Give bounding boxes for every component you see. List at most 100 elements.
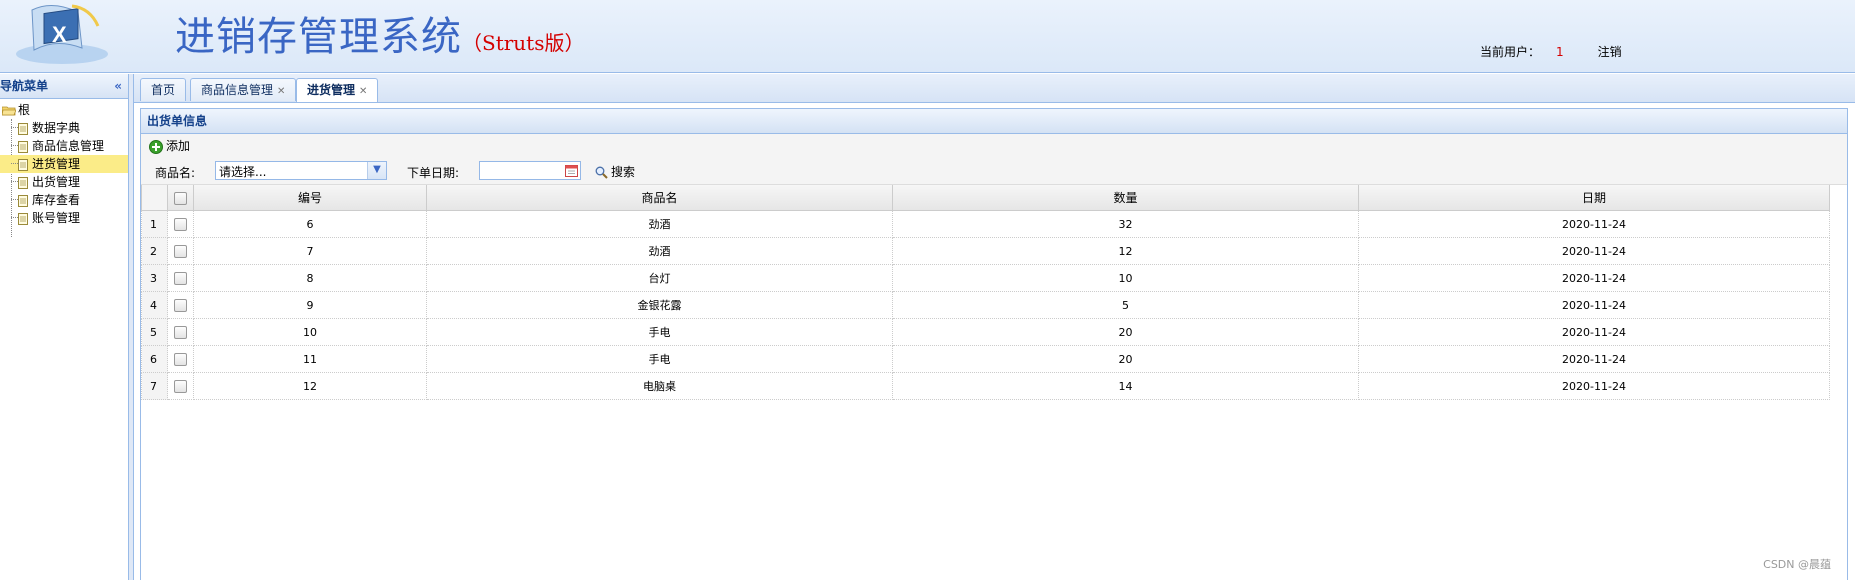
cell-name: 劲酒: [426, 237, 893, 265]
row-checkbox[interactable]: [174, 298, 187, 312]
row-number: 5: [141, 318, 168, 346]
sidebar-item-account[interactable]: 账号管理: [0, 209, 128, 227]
close-icon[interactable]: ✕: [359, 86, 367, 97]
tab-label: 首页: [151, 83, 176, 97]
cell-date: 2020-11-24: [1358, 291, 1830, 319]
table-row[interactable]: 1 6 劲酒 32 2020-11-24: [141, 210, 1830, 238]
search-icon: [595, 166, 608, 179]
product-select-value: 请选择...: [219, 165, 267, 179]
cell-name: 台灯: [426, 264, 893, 292]
cell-qty: 32: [892, 210, 1359, 238]
watermark: CSDN @晨蕴: [1763, 558, 1831, 571]
sidebar-item-label: 商品信息管理: [32, 139, 105, 153]
cell-date: 2020-11-24: [1358, 210, 1830, 238]
search-button-label: 搜索: [611, 165, 636, 179]
sidebar-item-purchase[interactable]: 进货管理: [0, 155, 128, 173]
document-icon: [18, 122, 28, 135]
select-all-checkbox[interactable]: [174, 191, 187, 205]
sidebar-item-shipment[interactable]: 出货管理: [0, 173, 128, 191]
row-number: 1: [141, 210, 168, 238]
cell-name: 金银花露: [426, 291, 893, 319]
row-checkbox[interactable]: [174, 352, 187, 366]
tab-home[interactable]: 首页: [140, 78, 187, 101]
add-button-label: 添加: [166, 139, 191, 153]
add-button[interactable]: 添加: [149, 139, 191, 154]
sidebar-item-label: 数据字典: [32, 121, 81, 135]
cell-id: 11: [193, 345, 427, 373]
row-checkbox[interactable]: [174, 271, 187, 285]
table-row[interactable]: 6 11 手电 20 2020-11-24: [141, 345, 1830, 373]
date-label: 下单日期:: [407, 166, 460, 180]
row-number: 4: [141, 291, 168, 319]
document-icon: [18, 158, 28, 171]
column-header-id[interactable]: 编号: [193, 185, 427, 211]
cell-qty: 12: [892, 237, 1359, 265]
row-checkbox[interactable]: [174, 325, 187, 339]
table-row[interactable]: 3 8 台灯 10 2020-11-24: [141, 264, 1830, 292]
column-header-qty[interactable]: 数量: [892, 185, 1359, 211]
product-label: 商品名:: [155, 166, 196, 180]
cell-qty: 5: [892, 291, 1359, 319]
sidebar-item-label: 账号管理: [32, 211, 81, 225]
collapse-icon[interactable]: «: [114, 74, 122, 98]
row-checkbox[interactable]: [174, 379, 187, 393]
tab-goods[interactable]: 商品信息管理 ✕: [190, 78, 297, 101]
tab-purchase[interactable]: 进货管理 ✕: [296, 78, 379, 102]
nav-title: 导航菜单: [0, 79, 49, 93]
panel-title: 出货单信息: [141, 109, 1847, 134]
row-select-cell: [167, 210, 194, 238]
row-number: 6: [141, 345, 168, 373]
document-icon: [18, 140, 28, 153]
sidebar-item-label: 出货管理: [32, 175, 81, 189]
sidebar-item-goods[interactable]: 商品信息管理: [0, 137, 128, 155]
nav-tree: 根 数据字典 商品信息管理 进货管理 出货管理 库存查看 账号管理: [0, 99, 128, 237]
main-panel: 出货单信息 添加 商品名: 请选择... ▼ 下单日期: 搜索 编号 商品名 数…: [140, 108, 1848, 580]
tabs-bar: 首页 商品信息管理 ✕ 进货管理 ✕: [134, 74, 1855, 103]
document-icon: [18, 212, 28, 225]
chevron-down-icon[interactable]: ▼: [367, 162, 386, 179]
cell-id: 7: [193, 237, 427, 265]
current-user-name: 1: [1556, 45, 1564, 59]
column-header-date[interactable]: 日期: [1358, 185, 1830, 211]
search-button[interactable]: 搜索: [595, 163, 635, 180]
row-select-cell: [167, 291, 194, 319]
table-header: 编号 商品名 数量 日期: [141, 185, 1830, 211]
cell-id: 10: [193, 318, 427, 346]
cell-name: 手电: [426, 345, 893, 373]
sidebar-item-data-dict[interactable]: 数据字典: [0, 119, 128, 137]
table-row[interactable]: 7 12 电脑桌 14 2020-11-24: [141, 372, 1830, 400]
table-row[interactable]: 2 7 劲酒 12 2020-11-24: [141, 237, 1830, 265]
tree-root[interactable]: 根: [0, 101, 128, 119]
sidebar-item-inventory[interactable]: 库存查看: [0, 191, 128, 209]
row-checkbox[interactable]: [174, 244, 187, 258]
app-header: X 进销存管理系统（Struts版） 当前用户： 1 注销: [0, 0, 1855, 73]
system-title: 进销存管理系统（Struts版）: [175, 14, 585, 60]
cell-date: 2020-11-24: [1358, 264, 1830, 292]
cell-date: 2020-11-24: [1358, 318, 1830, 346]
row-checkbox[interactable]: [174, 217, 187, 231]
sidebar-item-label: 进货管理: [32, 157, 81, 171]
column-header-name[interactable]: 商品名: [426, 185, 893, 211]
order-date-input[interactable]: [479, 161, 581, 180]
close-icon[interactable]: ✕: [277, 86, 285, 97]
logout-link[interactable]: 注销: [1598, 45, 1622, 59]
table-row[interactable]: 4 9 金银花露 5 2020-11-24: [141, 291, 1830, 319]
cell-name: 劲酒: [426, 210, 893, 238]
row-number: 3: [141, 264, 168, 292]
user-area: 当前用户： 1 注销: [1480, 43, 1622, 60]
left-nav: 导航菜单 « 根 数据字典 商品信息管理 进货管理 出货管理 库存查看 账号管理: [0, 74, 134, 580]
table-row[interactable]: 5 10 手电 20 2020-11-24: [141, 318, 1830, 346]
row-select-cell: [167, 318, 194, 346]
nav-header: 导航菜单 «: [0, 74, 128, 99]
product-select[interactable]: 请选择... ▼: [215, 161, 387, 180]
search-row: 商品名: 请选择... ▼ 下单日期: 搜索: [141, 158, 1847, 185]
tab-label: 商品信息管理: [201, 83, 274, 97]
cell-id: 12: [193, 372, 427, 400]
calendar-icon[interactable]: [565, 164, 578, 177]
cell-qty: 10: [892, 264, 1359, 292]
add-icon: [149, 139, 163, 154]
row-select-cell: [167, 345, 194, 373]
system-subtitle: （Struts版）: [462, 31, 585, 55]
row-select-cell: [167, 237, 194, 265]
cell-date: 2020-11-24: [1358, 237, 1830, 265]
